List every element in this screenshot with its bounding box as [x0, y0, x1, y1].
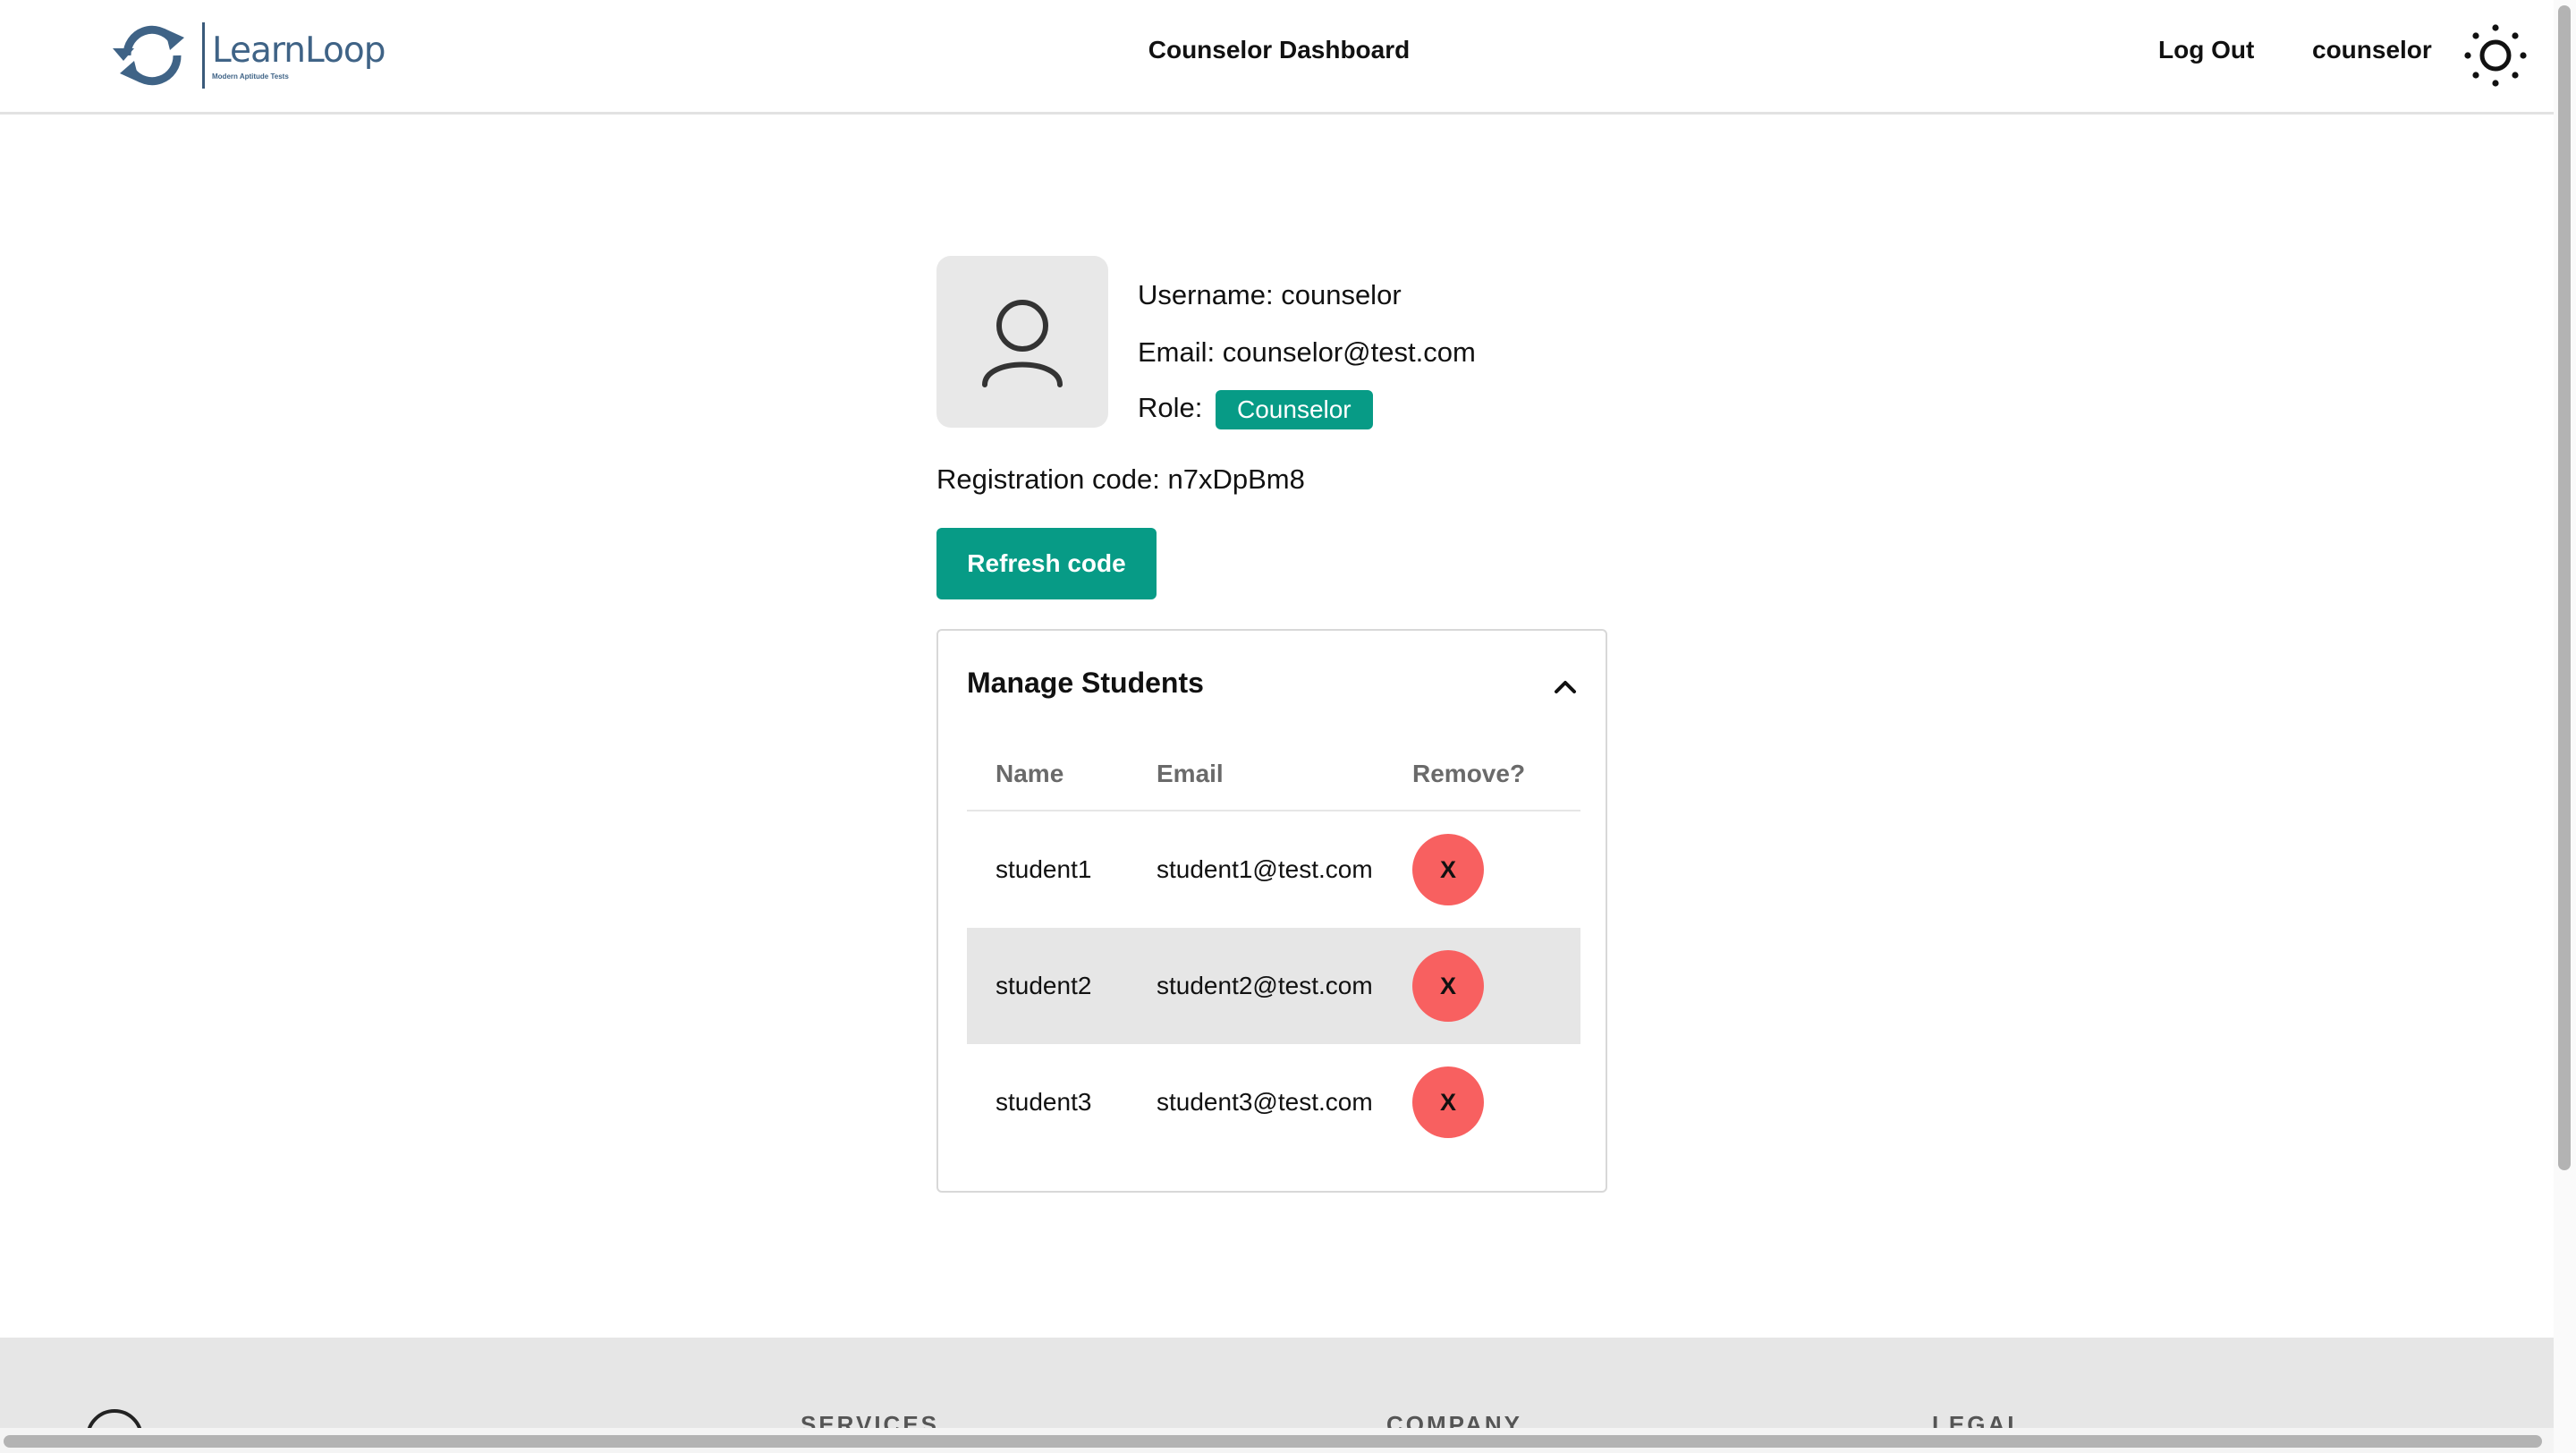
learnloop-logo[interactable]: LearnLoop Modern Aptitude Tests	[107, 20, 386, 91]
logo-divider	[202, 22, 205, 89]
page-title: Counselor Dashboard	[1148, 36, 1411, 64]
user-icon	[982, 300, 1063, 387]
nav-username[interactable]: counselor	[2312, 36, 2432, 64]
panel-title: Manage Students	[967, 667, 1204, 699]
manage-students-toggle[interactable]: Manage Students	[967, 663, 1580, 708]
manage-students-panel: Manage Students Name Email Remove? stude…	[936, 629, 1607, 1193]
student-name: student3	[996, 1088, 1092, 1116]
remove-cell: X	[1412, 928, 1580, 1044]
student-name: student1	[996, 855, 1092, 883]
students-table: Name Email Remove? student1 student1@tes…	[967, 738, 1580, 1160]
logo-text: LearnLoop Modern Aptitude Tests	[212, 30, 386, 81]
top-navbar: LearnLoop Modern Aptitude Tests Counselo…	[0, 0, 2554, 115]
horizontal-scrollbar-thumb[interactable]	[4, 1435, 2542, 1448]
page: LearnLoop Modern Aptitude Tests Counselo…	[0, 0, 2554, 1453]
profile-username: Username: counselor	[1138, 279, 1402, 310]
profile-email: Email: counselor@test.com	[1138, 336, 1476, 368]
refresh-code-button[interactable]: Refresh code	[936, 528, 1157, 599]
student-email: student1@test.com	[1157, 855, 1373, 883]
table-row: student2 student2@test.com X	[967, 928, 1580, 1044]
profile-role: Role: Counselor	[1138, 390, 1373, 429]
registration-code: Registration code: n7xDpBm8	[936, 463, 1305, 495]
vertical-scrollbar-thumb[interactable]	[2558, 5, 2571, 1170]
table-header-row: Name Email Remove?	[967, 738, 1580, 811]
logo-tagline: Modern Aptitude Tests	[212, 72, 289, 81]
logo-name: LearnLoop	[212, 30, 386, 71]
remove-student-button[interactable]: X	[1412, 1066, 1484, 1138]
column-header-remove: Remove?	[1412, 738, 1580, 811]
logout-link[interactable]: Log Out	[2158, 36, 2254, 64]
student-email: student2@test.com	[1128, 928, 1412, 1044]
student-name: student2	[967, 928, 1128, 1044]
chevron-up-icon	[1555, 681, 1576, 693]
role-label: Role:	[1138, 392, 1203, 424]
loop-arrows-icon	[113, 25, 184, 86]
column-header-email: Email	[1128, 738, 1412, 811]
column-header-name: Name	[967, 738, 1128, 811]
table-row: student1 student1@test.com X	[967, 811, 1580, 928]
avatar	[936, 256, 1108, 428]
sun-icon[interactable]	[2462, 21, 2529, 89]
table-row: student3 student3@test.com X	[967, 1044, 1580, 1160]
student-email: student3@test.com	[1157, 1088, 1373, 1116]
remove-student-button[interactable]: X	[1412, 834, 1484, 905]
role-badge: Counselor	[1216, 390, 1373, 429]
remove-student-button[interactable]: X	[1412, 950, 1484, 1022]
remove-cell: X	[1412, 1044, 1580, 1160]
remove-cell: X	[1412, 811, 1580, 928]
